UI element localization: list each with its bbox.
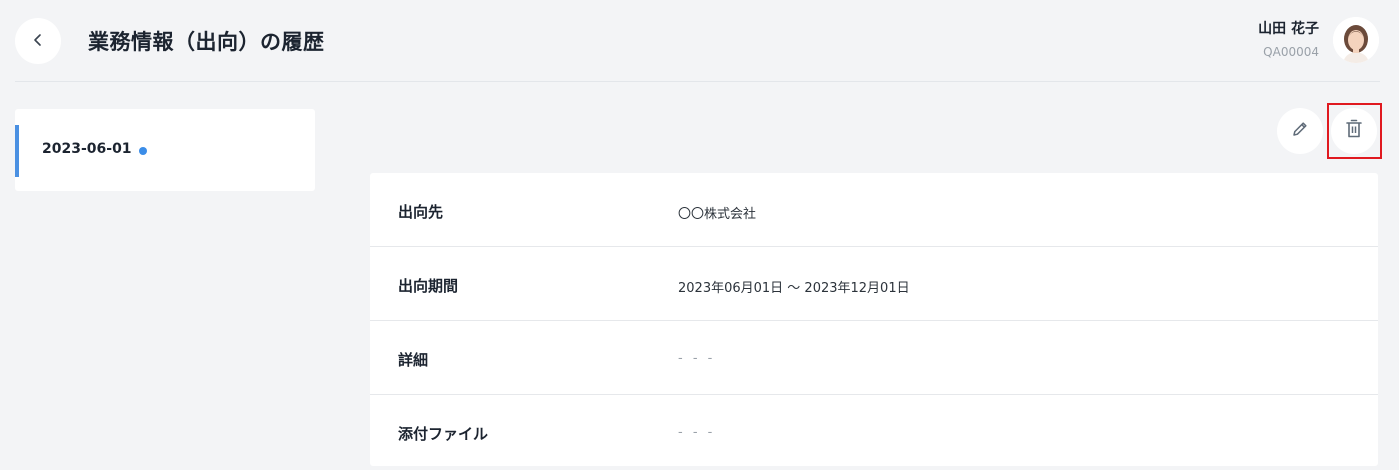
- pencil-icon: [1290, 119, 1310, 143]
- back-button[interactable]: [15, 18, 61, 64]
- trash-icon: [1344, 118, 1364, 144]
- detail-value: 2023年06月01日 〜 2023年12月01日: [678, 281, 910, 296]
- detail-value: - - -: [678, 351, 716, 366]
- detail-card: 出向先 〇〇株式会社 出向期間 2023年06月01日 〜 2023年12月01…: [370, 173, 1378, 466]
- user-id: QA00004: [1263, 45, 1319, 59]
- user-avatar-image: [1333, 17, 1379, 63]
- page-title: 業務情報（出向）の履歴: [88, 30, 325, 54]
- detail-value: 〇〇株式会社: [678, 207, 757, 222]
- detail-label: 添付ファイル: [398, 425, 489, 443]
- detail-label: 出向期間: [398, 277, 459, 295]
- history-item[interactable]: 2023-06-01: [15, 125, 315, 177]
- user-name: 山田 花子: [1258, 21, 1319, 37]
- history-list: 2023-06-01: [15, 109, 315, 191]
- user-info: 山田 花子 QA00004: [1258, 19, 1319, 61]
- delete-button[interactable]: [1331, 108, 1377, 154]
- selected-indicator-dot: [139, 147, 147, 155]
- detail-label: 出向先: [398, 203, 444, 221]
- detail-row-destination: 出向先 〇〇株式会社: [370, 173, 1378, 247]
- detail-value: - - -: [678, 425, 716, 440]
- detail-row-period: 出向期間 2023年06月01日 〜 2023年12月01日: [370, 247, 1378, 321]
- avatar[interactable]: [1333, 17, 1379, 63]
- detail-label: 詳細: [398, 351, 429, 369]
- page-header: 業務情報（出向）の履歴 山田 花子 QA00004: [0, 0, 1399, 82]
- detail-row-details: 詳細 - - -: [370, 321, 1378, 395]
- chevron-left-icon: [31, 32, 45, 51]
- header-divider: [15, 81, 1380, 82]
- detail-row-attachments: 添付ファイル - - -: [370, 395, 1378, 468]
- history-item-date: 2023-06-01: [42, 141, 132, 157]
- edit-button[interactable]: [1277, 108, 1323, 154]
